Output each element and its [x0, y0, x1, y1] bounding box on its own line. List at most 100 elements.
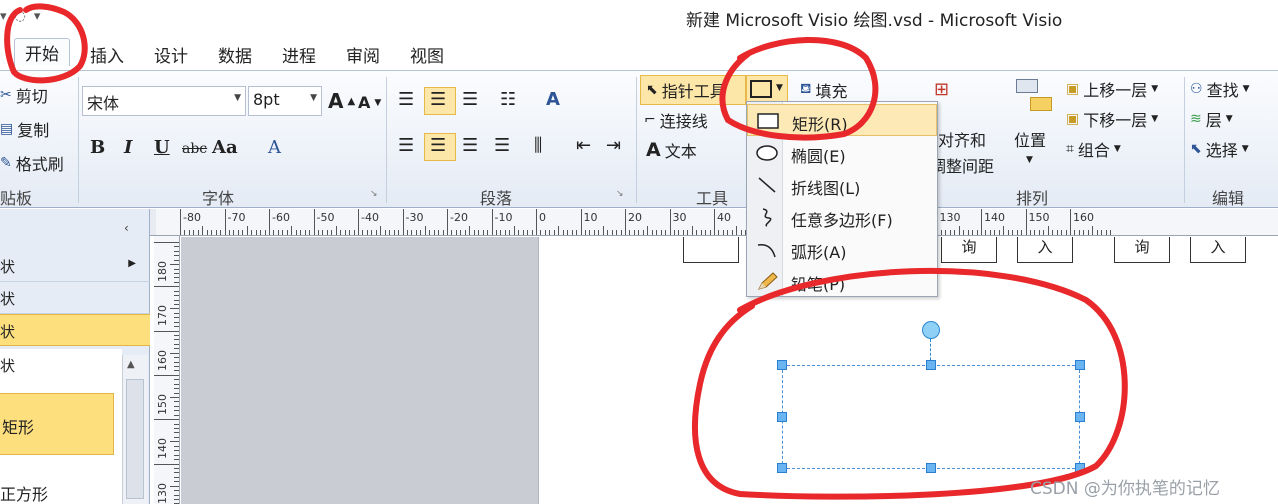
square-master-shape[interactable]: 正方形: [0, 481, 48, 504]
resize-handle[interactable]: [926, 360, 936, 370]
qat-dropdown-icon[interactable]: ▾: [34, 9, 41, 24]
ruler-tick: [589, 230, 591, 235]
font-family-combo[interactable]: 宋体 ▼: [82, 86, 246, 116]
group-button[interactable]: ⌗ 组合 ▼: [1066, 137, 1121, 161]
select-button[interactable]: ⬉ 选择 ▼: [1190, 137, 1249, 161]
resize-handle[interactable]: [777, 463, 787, 473]
ruler-tick: [700, 230, 702, 235]
tab-insert[interactable]: 插入: [90, 42, 124, 67]
align-spacing-button[interactable]: 对齐和: [938, 127, 986, 151]
scrollbar-thumb[interactable]: [126, 379, 144, 499]
rectangle-tool-button[interactable]: [750, 80, 772, 98]
font-size-combo[interactable]: 8pt ▼: [248, 86, 322, 116]
rectangle-master-shape[interactable]: 矩形: [0, 393, 114, 455]
tab-review[interactable]: 审阅: [346, 42, 380, 67]
menu-item-ellipse[interactable]: 椭圆(E): [747, 137, 937, 169]
distribute-button[interactable]: ⫼: [534, 135, 542, 156]
format-painter-button[interactable]: ✎ 格式刷: [0, 151, 64, 175]
resize-handle[interactable]: [777, 412, 787, 422]
align-top-button[interactable]: ☰: [398, 89, 414, 110]
position-button[interactable]: 位置: [1014, 127, 1046, 151]
align-middle-button[interactable]: ☰: [430, 89, 446, 110]
ruler-tick: [180, 209, 181, 235]
find-button[interactable]: ⚇ 查找 ▼: [1190, 77, 1250, 101]
diagram-shape[interactable]: 入: [1017, 237, 1073, 263]
pointer-tool-button[interactable]: ⬉ 指针工具: [646, 78, 726, 102]
ruler-tick: [174, 405, 179, 407]
ruler-tick: [438, 230, 440, 235]
chevron-down-icon: ▼: [1241, 144, 1249, 154]
scroll-up-icon[interactable]: ▲: [127, 359, 135, 370]
resize-handle[interactable]: [1075, 463, 1085, 473]
panel-scrollbar[interactable]: ▲: [122, 355, 148, 504]
undo-icon[interactable]: ◌: [15, 9, 26, 24]
align-bottom-button[interactable]: ☰: [462, 89, 478, 110]
brush-icon: ✎: [0, 155, 12, 171]
save-icon[interactable]: ▾: [0, 9, 7, 24]
collapse-panel-icon[interactable]: ‹: [124, 221, 129, 235]
menu-item-arc[interactable]: 弧形(A): [747, 233, 937, 265]
selected-rectangle[interactable]: [782, 365, 1080, 469]
grow-font-button[interactable]: A ▲: [328, 89, 355, 113]
dialog-launcher-icon[interactable]: ↘: [616, 189, 624, 199]
ruler-tick: [549, 230, 551, 235]
send-backward-button[interactable]: ▣ 下移一层 ▼: [1066, 107, 1158, 131]
fill-button[interactable]: ⛾ 填充: [800, 78, 847, 102]
strikethrough-button[interactable]: abc: [182, 141, 207, 157]
bullets-button[interactable]: ☷: [500, 89, 516, 110]
ruler-tick: [322, 230, 324, 235]
resize-handle[interactable]: [1075, 360, 1085, 370]
diagram-shape[interactable]: 询: [1114, 237, 1170, 263]
ruler-tick: [660, 230, 662, 235]
ruler-tick: [174, 379, 179, 381]
ruler-tick: [714, 209, 715, 235]
menu-item-line[interactable]: 折线图(L): [747, 169, 937, 201]
ruler-tick: [174, 339, 179, 341]
diagram-shape[interactable]: 入: [1190, 237, 1246, 263]
increase-indent-button[interactable]: ⇥: [606, 135, 621, 156]
connector-tool-button[interactable]: ⌐ 连接线: [644, 108, 708, 132]
resize-handle[interactable]: [1075, 412, 1085, 422]
bring-forward-button[interactable]: ▣ 上移一层 ▼: [1066, 77, 1158, 101]
tab-design[interactable]: 设计: [154, 42, 188, 67]
text-tool-button[interactable]: A 文本: [646, 138, 697, 162]
diagram-shape[interactable]: 询: [941, 237, 997, 263]
resize-handle[interactable]: [777, 360, 787, 370]
italic-button[interactable]: I: [124, 137, 132, 158]
ruler-tick: [718, 230, 720, 235]
stencil-item-selected[interactable]: 状: [0, 314, 150, 346]
copy-button[interactable]: ▤ 复制: [0, 117, 49, 141]
ruler-tick: [174, 414, 179, 416]
align-center-button[interactable]: ☰: [430, 135, 446, 156]
layer-button[interactable]: ≋ 层 ▼: [1190, 107, 1233, 131]
tab-process[interactable]: 进程: [282, 42, 316, 67]
menu-item-rectangle[interactable]: 矩形(R): [747, 104, 937, 136]
cut-button[interactable]: ✂ 剪切: [0, 83, 48, 107]
tab-data[interactable]: 数据: [218, 42, 252, 67]
font-group-label: 字体: [202, 189, 235, 208]
underline-button[interactable]: U: [154, 137, 170, 158]
line-icon: [758, 177, 776, 193]
justify-button[interactable]: ☰: [494, 135, 510, 156]
stencil-item[interactable]: 状: [0, 282, 150, 314]
change-case-button[interactable]: Aa: [212, 137, 238, 158]
resize-handle[interactable]: [926, 463, 936, 473]
align-right-button[interactable]: ☰: [462, 135, 478, 156]
shrink-font-button[interactable]: A ▼: [358, 93, 381, 112]
bold-button[interactable]: B: [90, 137, 105, 158]
rotation-handle[interactable]: [922, 321, 940, 339]
font-color-button[interactable]: A: [268, 137, 281, 158]
tab-home[interactable]: 开始: [14, 38, 70, 66]
menu-item-freeform[interactable]: 任意多边形(F): [747, 201, 937, 233]
align-left-button[interactable]: ☰: [398, 135, 414, 156]
rectangle-tool-dropdown-icon[interactable]: ▼: [776, 83, 783, 93]
menu-item-pencil[interactable]: 铅笔(P): [747, 265, 937, 297]
decrease-indent-button[interactable]: ⇤: [576, 135, 591, 156]
text-direction-button[interactable]: A: [546, 89, 560, 110]
spacing-label[interactable]: 调整间距: [930, 153, 994, 177]
diagram-shape[interactable]: [683, 237, 739, 263]
dialog-launcher-icon[interactable]: ↘: [370, 189, 378, 199]
ruler-tick-label: -60: [272, 211, 290, 224]
tab-view[interactable]: 视图: [410, 42, 444, 67]
stencil-item[interactable]: 状 ▶: [0, 250, 150, 282]
